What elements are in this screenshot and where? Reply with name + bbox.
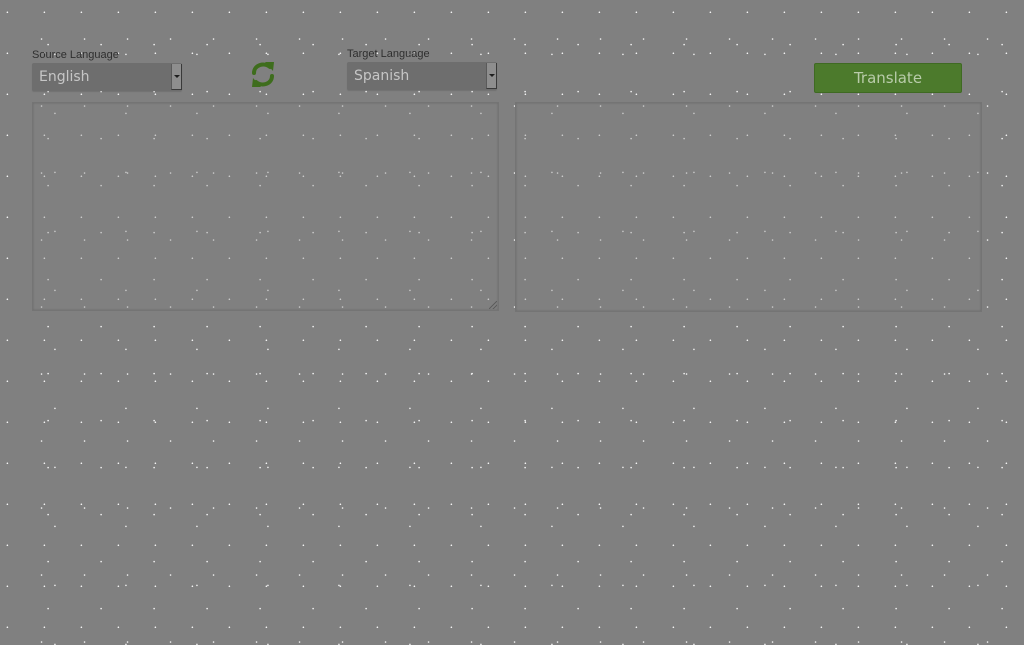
target-language-select[interactable]: Spanish xyxy=(347,62,497,90)
chevron-down-icon[interactable] xyxy=(171,64,182,90)
source-language-select[interactable]: English xyxy=(32,63,182,91)
translate-button[interactable]: Translate xyxy=(814,63,962,93)
target-language-label: Target Language xyxy=(347,48,430,60)
source-text-input[interactable] xyxy=(32,102,499,311)
swap-arrows-icon xyxy=(252,62,274,87)
resize-handle[interactable] xyxy=(489,301,497,309)
swap-languages-button[interactable] xyxy=(250,59,276,90)
chevron-down-icon[interactable] xyxy=(486,63,497,89)
target-language-value: Spanish xyxy=(354,68,410,84)
source-language-label: Source Language xyxy=(32,49,119,61)
translation-output xyxy=(515,102,982,312)
source-language-value: English xyxy=(39,69,90,85)
